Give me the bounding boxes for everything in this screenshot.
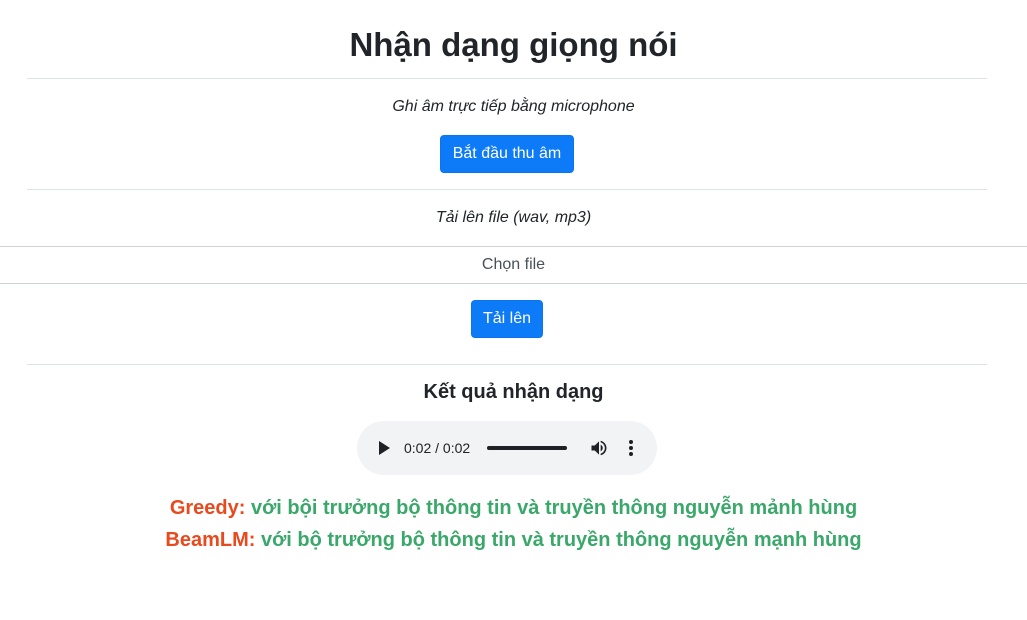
results-heading: Kết quả nhận dạng bbox=[423, 381, 604, 403]
audio-progress-fill bbox=[487, 446, 567, 450]
result-label-greedy: Greedy: bbox=[169, 497, 246, 519]
upload-button[interactable]: Tải lên bbox=[471, 300, 543, 338]
choose-file-input[interactable]: Chọn file bbox=[0, 247, 1027, 283]
volume-icon[interactable] bbox=[589, 438, 609, 458]
page-title: Nhận dạng giọng nói bbox=[349, 26, 678, 63]
record-label: Ghi âm trực tiếp bằng microphone bbox=[392, 98, 635, 115]
result-greedy: Greedy: với bội trưởng bộ thông tin và t… bbox=[0, 497, 1027, 520]
choose-file-label: Chọn file bbox=[481, 256, 546, 273]
divider bbox=[27, 364, 987, 365]
divider bbox=[27, 78, 987, 79]
result-beamlm: BeamLM: với bộ trưởng bộ thông tin và tr… bbox=[0, 529, 1027, 552]
speech-recognition-page: Nhận dạng giọng nói Ghi âm trực tiếp bằn… bbox=[0, 0, 1027, 620]
audio-progress-bar[interactable] bbox=[487, 446, 567, 450]
file-input-border-bottom bbox=[0, 283, 1027, 284]
start-recording-button[interactable]: Bắt đầu thu âm bbox=[440, 135, 574, 173]
audio-time: 0:02 / 0:02 bbox=[404, 440, 471, 456]
result-text-beamlm: với bộ trưởng bộ thông tin và truyền thô… bbox=[260, 529, 862, 551]
upload-label: Tải lên file (wav, mp3) bbox=[435, 209, 592, 226]
audio-player[interactable]: 0:02 / 0:02 bbox=[357, 421, 657, 475]
divider bbox=[27, 189, 987, 190]
play-icon[interactable] bbox=[377, 441, 391, 455]
more-vert-icon[interactable] bbox=[623, 438, 639, 458]
result-text-greedy: với bội trưởng bộ thông tin và truyền th… bbox=[250, 497, 858, 519]
result-label-beamlm: BeamLM: bbox=[165, 529, 256, 551]
